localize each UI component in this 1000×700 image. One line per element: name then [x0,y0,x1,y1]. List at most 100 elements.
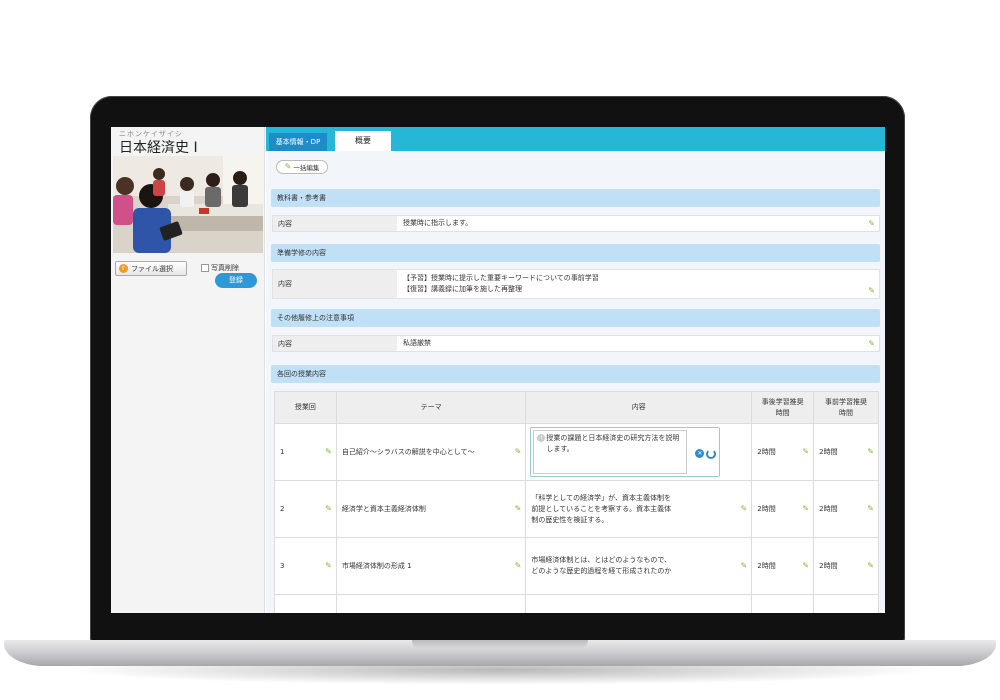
edit-notes-icon[interactable]: ✎ [868,340,875,348]
edit-pre-icon[interactable]: ✎ [867,448,874,456]
lesson-theme: 経済学と資本主義経済体制 [341,505,426,513]
lesson-theme-cell: 自己紹介～シラバスの解説を中心として～ ✎ [335,423,527,481]
lesson-pre-cell: 2時間 ✎ [813,480,879,538]
content-editor-input[interactable] [533,430,688,474]
lesson-no-cell: 3 ✎ [274,537,337,595]
col-header-post-study: 事後学習推奨 時間 [751,391,815,424]
tab-summary[interactable]: 概要 [335,131,391,151]
section-heading-textbook: 教科書・参考書 [271,189,880,207]
upload-icon: ⇧ [119,264,128,273]
notes-label: 内容 [273,336,397,351]
edit-content-icon[interactable]: ✎ [741,562,748,570]
lesson-content: 市場経済体制とは、とはどのようなもので、 どのような歴史的過程を経て形成されたの… [531,556,672,575]
col-header-content: 内容 [525,391,753,424]
textbook-row: 内容 授業時に指示します。 ✎ [272,215,880,232]
delete-photo-label: 写真削除 [211,264,239,272]
lesson-theme: 自己紹介～シラバスの解説を中心として～ [341,448,475,456]
lesson-no: 2 [280,505,285,513]
classroom-photo-illustration [113,156,263,253]
lesson-post: 2時間 [757,448,776,456]
textbook-value: 授業時に指示します。 [403,219,473,227]
edit-theme-icon[interactable]: ✎ [515,562,522,570]
course-sidebar: ニホンケイザイシ 日本経済史 Ⅰ ⇧ ファイル選択 写真削除 登録 [111,127,265,613]
prep-row: 内容 【予習】授業時に提示した重要キーワードについての事前学習 【復習】講義録に… [272,269,880,299]
lessons-table: 授業回 テーマ 内容 事後学習推奨 時間 事前学習推奨 時間 1 ✎ 自己紹介～シラバ… [274,391,879,613]
file-select-button[interactable]: ⇧ ファイル選択 [115,261,187,276]
lesson-pre: 2時間 [819,505,838,513]
lesson-no: 3 [280,562,285,570]
lesson-theme-cell [335,594,527,613]
lesson-pre-cell [813,594,879,613]
content-editor: i ✕ [530,427,721,477]
edit-no-icon[interactable]: ✎ [325,505,332,513]
lesson-post-cell: 2時間 ✎ [751,480,815,538]
tab-bar: 基本情報・DP 概要 [266,127,885,151]
prep-label: 内容 [273,270,397,298]
col-header-no: 授業回 [274,391,337,424]
edit-post-icon[interactable]: ✎ [802,448,809,456]
lesson-theme-cell: 経済学と資本主義経済体制 ✎ [335,480,527,538]
lesson-content-cell: 「科学としての経済学」が、資本主義体制を 前提としていることを考察する。資本主義… [525,480,753,538]
table-row: 2 ✎ 経済学と資本主義経済体制 ✎ 「科学としての経済学」が、資本主義体制を 前提… [274,480,879,538]
lesson-no-cell: 1 ✎ [274,423,337,481]
bulk-edit-label: 一括編集 [293,164,320,172]
edit-theme-icon[interactable]: ✎ [515,505,522,513]
section-heading-lessons: 各回の授業内容 [271,365,880,383]
lesson-post-cell: 2時間 ✎ [751,537,815,595]
delete-photo-option: 写真削除 [201,263,239,273]
lesson-pre-cell: 2時間 ✎ [813,537,879,595]
col-header-pre-study: 事前学習推奨 時間 [813,391,879,424]
edit-content-icon[interactable]: ✎ [741,505,748,513]
edit-post-icon[interactable]: ✎ [802,562,809,570]
bulk-edit-button[interactable]: ✎ 一括編集 [276,160,328,174]
lesson-theme: 市場経済体制の形成 1 [341,562,412,570]
lesson-content-cell [525,594,753,613]
course-photo [113,156,263,253]
lesson-post-cell [751,594,815,613]
lesson-theme-cell: 市場経済体制の形成 1 ✎ [335,537,527,595]
screen: ニホンケイザイシ 日本経済史 Ⅰ ⇧ ファイル選択 写真削除 登録 基本情報・D… [111,127,885,613]
edit-theme-icon[interactable]: ✎ [515,448,522,456]
delete-photo-checkbox[interactable] [201,264,209,272]
file-select-label: ファイル選択 [131,264,173,273]
lesson-content: 「科学としての経済学」が、資本主義体制を 前提としていることを考察する。資本主義… [531,493,672,524]
pencil-icon: ✎ [284,162,292,171]
lesson-pre: 2時間 [819,448,838,456]
lesson-pre: 2時間 [819,562,838,570]
section-heading-prep: 準備学修の内容 [271,244,880,262]
notes-value: 私語厳禁 [403,339,431,347]
lesson-no-cell: 2 ✎ [274,480,337,538]
tab-basic-info[interactable]: 基本情報・DP [269,133,327,151]
lesson-no-cell [274,594,337,613]
lesson-post-cell: 2時間 ✎ [751,423,815,481]
reload-icon[interactable] [706,449,717,459]
cancel-icon[interactable]: ✕ [695,449,705,458]
edit-no-icon[interactable]: ✎ [325,562,332,570]
edit-prep-icon[interactable]: ✎ [868,287,875,295]
prep-value: 【予習】授業時に提示した重要キーワードについての事前学習 【復習】講義録に加筆を… [403,270,861,298]
lesson-pre-cell: 2時間 ✎ [813,423,879,481]
lesson-post: 2時間 [757,505,776,513]
syllabus-main: 基本情報・DP 概要 ✎ 一括編集 教科書・参考書 内容 授業時に指示します。 … [266,127,885,613]
lesson-content-cell: i ✕ [525,423,753,481]
lesson-post: 2時間 [757,562,776,570]
edit-pre-icon[interactable]: ✎ [867,505,874,513]
table-row: 1✎ 自己紹介～シラバスの解説を中心として～✎ i ✕ 2時間✎ 2時間✎ [274,423,879,481]
col-header-theme: テーマ [335,391,527,424]
course-title: 日本経済史 Ⅰ [119,140,198,156]
edit-post-icon[interactable]: ✎ [802,505,809,513]
section-heading-notes: その他履修上の注意事項 [271,309,880,327]
register-button[interactable]: 登録 [215,273,257,288]
table-row: 3 ✎ 市場経済体制の形成 1 ✎ 市場経済体制とは、とはどのようなもので、 どのよ… [274,537,879,595]
edit-no-icon[interactable]: ✎ [325,448,332,456]
lesson-content-cell: 市場経済体制とは、とはどのようなもので、 どのような歴史的過程を経て形成されたの… [525,537,753,595]
edit-textbook-icon[interactable]: ✎ [868,220,875,228]
lesson-no: 1 [280,448,285,456]
laptop-notch [412,640,588,649]
prep-line: 【予習】授業時に提示した重要キーワードについての事前学習 [403,274,599,282]
lessons-header-row: 授業回 テーマ 内容 事後学習推奨 時間 事前学習推奨 時間 [274,391,879,424]
edit-pre-icon[interactable]: ✎ [867,562,874,570]
table-row [274,594,879,613]
notes-row: 内容 私語厳禁 ✎ [272,335,880,352]
textbook-label: 内容 [273,216,397,231]
